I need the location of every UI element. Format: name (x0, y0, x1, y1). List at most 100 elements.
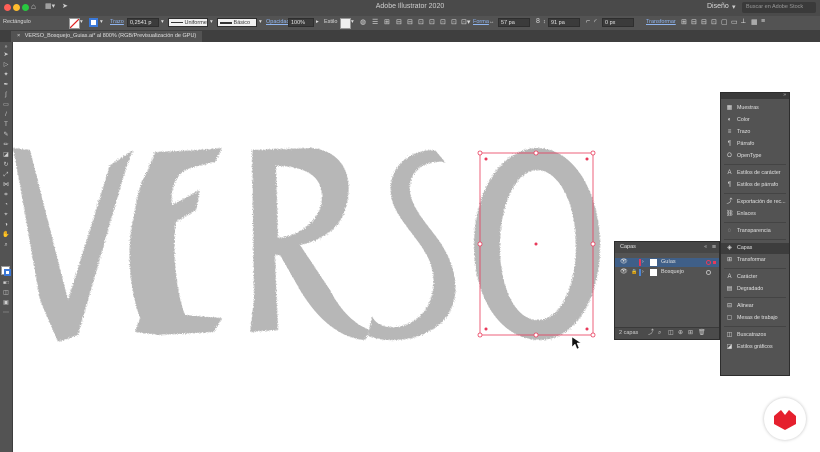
layer-row-guias[interactable]: 👁 › Guías (615, 258, 719, 267)
fill-chevron-icon[interactable]: ▾ (80, 19, 83, 25)
layer-name[interactable]: Guías (661, 258, 676, 267)
document-tab[interactable]: × VERSO_Bosquejo_Guias.ai* al 800% (RGB/… (11, 31, 203, 42)
eraser-tool-icon[interactable]: ◪ (2, 152, 10, 159)
dock-item-trazo[interactable]: ≡ Trazo (721, 127, 789, 138)
edit-toolbar-icon[interactable]: ⋯ (2, 310, 10, 317)
quick-action-icon[interactable]: ⟂ (741, 18, 746, 26)
height-field[interactable]: 91 pa (548, 18, 580, 27)
layer-name[interactable]: Bosquejo (661, 268, 684, 277)
tab-close-icon[interactable]: × (17, 33, 20, 39)
align-right-icon[interactable]: ⊟ (396, 18, 402, 26)
free-transform-tool-icon[interactable]: ⌗ (2, 192, 10, 199)
distribute-vertical-icon[interactable]: ⊡ (429, 18, 435, 26)
distribute-horizontal-icon[interactable]: ⊡ (440, 18, 446, 26)
corner-radius-field[interactable]: 0 px (602, 18, 634, 27)
expand-chevron-icon[interactable]: › (642, 258, 644, 267)
toolbar-collapse-icon[interactable]: » (2, 44, 10, 51)
pencil-tool-icon[interactable]: ✏ (2, 142, 10, 149)
zoom-tool-icon[interactable]: ⌕ (2, 242, 10, 249)
align-bottom-icon[interactable]: ⊟ (407, 18, 413, 26)
dock-item-carácter[interactable]: A Carácter (721, 272, 789, 283)
shape-label[interactable]: Forma (473, 19, 489, 25)
align-to-icon[interactable]: ⊡▾ (461, 18, 470, 26)
recolor-icon[interactable]: ◍ (360, 18, 366, 26)
flip-vertical-icon[interactable]: ⊟ (701, 18, 707, 26)
dock-item-párrafo[interactable]: ¶ Párrafo (721, 139, 789, 150)
dock-item-color[interactable]: ◐ Color (721, 115, 789, 126)
layer-row-bosquejo[interactable]: 👁 🔒 › Bosquejo (615, 268, 719, 277)
reference-point-icon[interactable]: ⊡ (711, 18, 717, 26)
profile-chevron-icon[interactable]: ▾ (210, 19, 213, 25)
selection-tool-icon[interactable]: ➤ (2, 52, 10, 59)
workspace-chevron-icon[interactable]: ▾ (732, 3, 736, 11)
target-icon[interactable] (706, 270, 711, 275)
distribute-spacing-icon[interactable]: ⊡ (451, 18, 457, 26)
align-center-icon[interactable]: ⊞ (384, 18, 390, 26)
isolate-icon[interactable]: ▢ (721, 18, 728, 26)
blend-tool-icon[interactable]: ◑ (2, 222, 10, 229)
type-tool-icon[interactable]: T (2, 122, 10, 129)
delete-layer-icon[interactable]: 🗑 (698, 330, 706, 336)
stroke-label[interactable]: Trazo (110, 19, 124, 25)
flip-horizontal-icon[interactable]: ⊟ (691, 18, 697, 26)
direct-selection-tool-icon[interactable]: ▷ (2, 62, 10, 69)
paintbrush-tool-icon[interactable]: ✎ (2, 132, 10, 139)
dock-item-estilos-gráficos[interactable]: ◪ Estilos gráficos (721, 342, 789, 353)
pen-tool-icon[interactable]: ✒ (2, 82, 10, 89)
layers-panel-header[interactable]: Capas « ≡ (615, 242, 719, 253)
clipping-mask-icon[interactable]: ◫ (668, 330, 674, 336)
graphic-style-swatch[interactable] (340, 18, 351, 29)
opacity-chevron-icon[interactable]: ▸ (316, 19, 319, 25)
dock-item-estilos-de-carácter[interactable]: A Estilos de carácter (721, 168, 789, 179)
color-mode-icon[interactable]: ■□ (2, 280, 10, 287)
visibility-eye-icon[interactable]: 👁 (620, 268, 628, 277)
export-layer-icon[interactable]: ⤴ (648, 330, 654, 336)
panel-collapse-icon[interactable]: « (704, 242, 707, 253)
brush-definition[interactable]: Básico (217, 18, 257, 27)
scale-tool-icon[interactable]: ⤢ (2, 172, 10, 179)
drawing-mode-icon[interactable]: ◫ (2, 290, 10, 297)
new-layer-icon[interactable]: ⊞ (688, 330, 694, 336)
target-icon[interactable] (706, 260, 711, 265)
dock-item-muestras[interactable]: ▦ Muestras (721, 103, 789, 114)
dock-item-alinear[interactable]: ⊟ Alinear (721, 301, 789, 312)
magic-wand-icon[interactable]: ✦ (2, 72, 10, 79)
distribute-icon[interactable]: ⊡ (418, 18, 424, 26)
dock-item-exportación-de-rec[interactable]: ⤴ Exportación de rec... (721, 197, 789, 208)
dock-item-capas[interactable]: ◈ Capas (721, 243, 789, 254)
constrain-proportions-icon[interactable]: 8 (536, 18, 540, 25)
dock-header[interactable]: » (721, 92, 789, 99)
fill-swatch[interactable] (69, 18, 80, 29)
dock-item-estilos-de-párrafo[interactable]: ¶ Estilos de párrafo (721, 180, 789, 191)
variable-width-profile[interactable]: Uniforme (168, 18, 208, 27)
select-similar-icon[interactable]: ▭ (731, 18, 738, 26)
panel-menu-icon[interactable]: ≡ (712, 242, 716, 253)
opacity-label[interactable]: Opacidad (266, 19, 290, 25)
dock-item-opentype[interactable]: O OpenType (721, 151, 789, 162)
dock-collapse-icon[interactable]: » (783, 92, 786, 98)
curvature-tool-icon[interactable]: ∫ (2, 92, 10, 99)
brush-chevron-icon[interactable]: ▾ (259, 19, 262, 25)
transform-label[interactable]: Transformar (646, 19, 676, 25)
new-sublayer-icon[interactable]: ⊕ (678, 330, 684, 336)
stroke-weight-field[interactable]: 0,2541 p (127, 18, 159, 27)
locate-object-icon[interactable]: ⌕ (658, 330, 664, 336)
visibility-eye-icon[interactable]: 👁 (620, 258, 628, 267)
rectangle-tool-icon[interactable]: ▭ (2, 102, 10, 109)
workspace-switcher[interactable]: Diseño (707, 3, 729, 10)
lock-icon[interactable]: 🔒 (631, 268, 637, 277)
opacity-field[interactable]: 100% (288, 18, 314, 27)
dock-item-mesas-de-trabajo[interactable]: ▢ Mesas de trabajo (721, 313, 789, 324)
stroke-weight-chevron-icon[interactable]: ▾ (161, 19, 164, 25)
dock-item-degradado[interactable]: ▤ Degradado (721, 284, 789, 295)
line-tool-icon[interactable]: / (2, 112, 10, 119)
dock-item-transformar[interactable]: ⊞ Transformar (721, 255, 789, 266)
screen-mode-icon[interactable]: ▣ (2, 300, 10, 307)
corner-type-icon[interactable]: ⌐ (586, 18, 590, 25)
hand-tool-icon[interactable]: ✋ (2, 232, 10, 239)
dock-item-transparencia[interactable]: ◌ Transparencia (721, 226, 789, 237)
eyedropper-tool-icon[interactable]: ⌖ (2, 212, 10, 219)
dock-item-buscatrazos[interactable]: ◫ Buscatrazos (721, 330, 789, 341)
transform-each-icon[interactable]: ⊞ (681, 18, 687, 26)
panel-menu-icon[interactable]: ≡ (761, 18, 765, 25)
